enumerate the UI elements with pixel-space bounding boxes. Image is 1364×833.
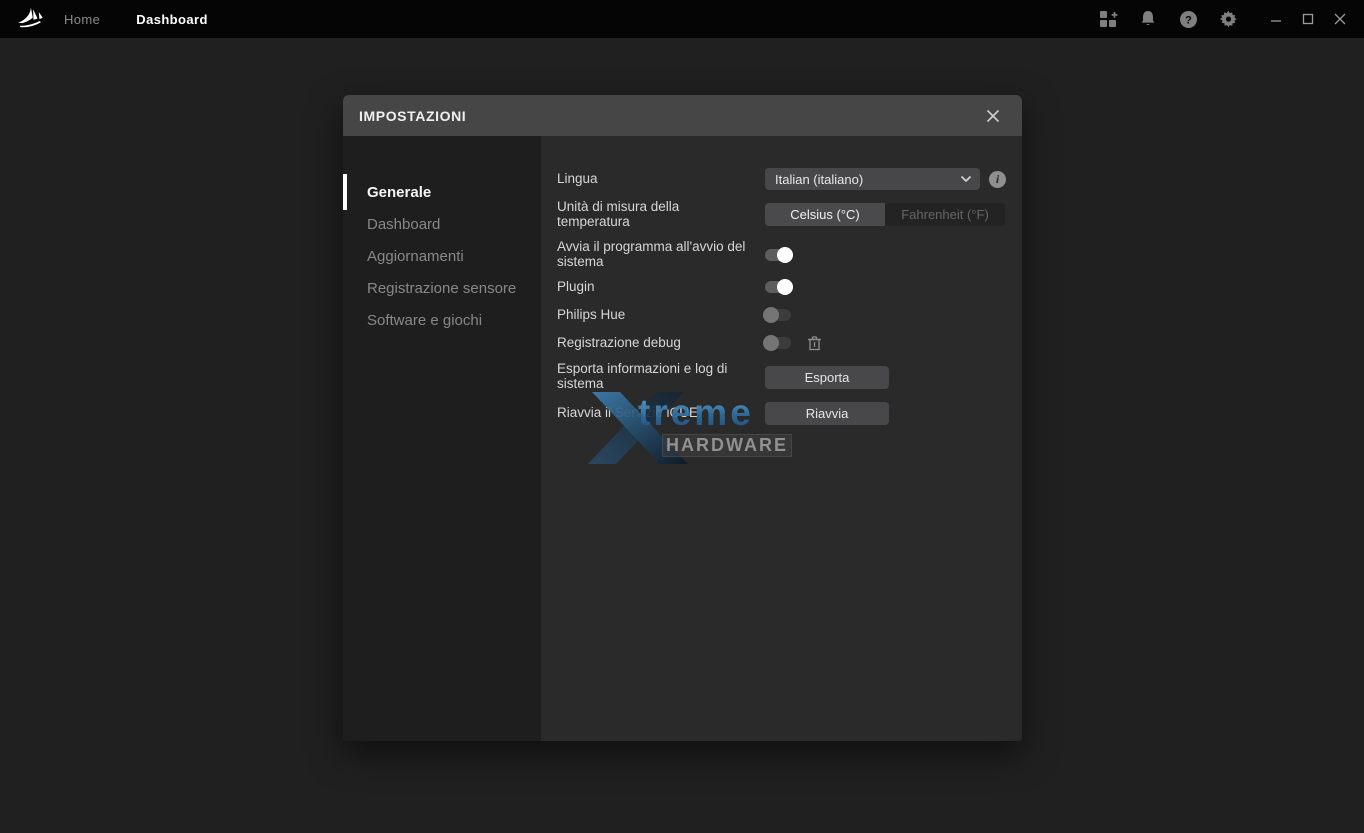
modules-icon[interactable] [1088, 0, 1128, 38]
help-icon[interactable]: ? [1168, 0, 1208, 38]
close-icon[interactable] [980, 103, 1006, 129]
row-lingua: Lingua Italian (italiano) i [557, 168, 1006, 190]
settings-content: Lingua Italian (italiano) i Unità di mis… [541, 136, 1022, 741]
top-bar: Home Dashboard ? [0, 0, 1364, 38]
nav-dashboard[interactable]: Dashboard [136, 12, 208, 27]
fahrenheit-segment[interactable]: Fahrenheit (°F) [885, 203, 1005, 226]
corsair-logo[interactable] [0, 7, 64, 31]
plugin-label: Plugin [557, 280, 765, 295]
svg-text:?: ? [1185, 14, 1192, 26]
temperature-unit-segmented: Celsius (°C) Fahrenheit (°F) [765, 203, 1005, 226]
esporta-button[interactable]: Esporta [765, 366, 889, 389]
corsair-sails-icon [17, 7, 47, 31]
close-window-icon[interactable] [1324, 0, 1356, 38]
settings-dialog: IMPOSTAZIONI Generale Dashboard Aggiorna… [343, 95, 1022, 741]
riavvia-button[interactable]: Riavvia [765, 402, 889, 425]
row-esporta: Esporta informazioni e log di sistema Es… [557, 362, 1006, 392]
temperatura-label: Unità di misura della temperatura [557, 200, 765, 230]
toggle-knob [763, 307, 779, 323]
celsius-segment[interactable]: Celsius (°C) [765, 203, 885, 226]
trash-icon[interactable] [807, 335, 822, 351]
language-select-value: Italian (italiano) [775, 172, 863, 187]
lingua-label: Lingua [557, 172, 765, 187]
sidebar-item-registrazione-sensore[interactable]: Registrazione sensore [343, 272, 541, 304]
dialog-title: IMPOSTAZIONI [359, 108, 466, 124]
settings-icon[interactable] [1208, 0, 1248, 38]
notifications-icon[interactable] [1128, 0, 1168, 38]
chevron-down-icon [960, 175, 972, 183]
debug-label: Registrazione debug [557, 336, 765, 351]
info-icon[interactable]: i [989, 171, 1006, 188]
maximize-icon[interactable] [1292, 0, 1324, 38]
philips-hue-toggle[interactable] [765, 309, 791, 321]
row-riavvia: Riavvia il Servizio iCUE Riavvia [557, 402, 1006, 425]
settings-sidebar: Generale Dashboard Aggiornamenti Registr… [343, 136, 541, 741]
window-controls [1260, 0, 1356, 38]
row-plugin: Plugin [557, 278, 1006, 296]
esporta-label: Esporta informazioni e log di sistema [557, 362, 765, 392]
language-select[interactable]: Italian (italiano) [765, 168, 980, 190]
nav-home[interactable]: Home [64, 12, 100, 27]
sidebar-item-software-e-giochi[interactable]: Software e giochi [343, 304, 541, 336]
startup-toggle[interactable] [765, 249, 791, 261]
plugin-toggle[interactable] [765, 281, 791, 293]
row-philips-hue: Philips Hue [557, 306, 1006, 324]
toggle-knob [763, 335, 779, 351]
row-avvio: Avvia il programma all'avvio del sistema [557, 240, 1006, 270]
dialog-titlebar: IMPOSTAZIONI [343, 95, 1022, 136]
minimize-icon[interactable] [1260, 0, 1292, 38]
toggle-knob [777, 279, 793, 295]
avvio-label: Avvia il programma all'avvio del sistema [557, 240, 765, 270]
row-temperatura: Unità di misura della temperatura Celsiu… [557, 200, 1006, 230]
sidebar-item-dashboard[interactable]: Dashboard [343, 208, 541, 240]
sidebar-item-generale[interactable]: Generale [343, 176, 541, 208]
row-debug: Registrazione debug [557, 334, 1006, 352]
debug-log-toggle[interactable] [765, 337, 791, 349]
riavvia-label: Riavvia il Servizio iCUE [557, 406, 765, 421]
sidebar-item-aggiornamenti[interactable]: Aggiornamenti [343, 240, 541, 272]
philips-hue-label: Philips Hue [557, 308, 765, 323]
toggle-knob [777, 247, 793, 263]
